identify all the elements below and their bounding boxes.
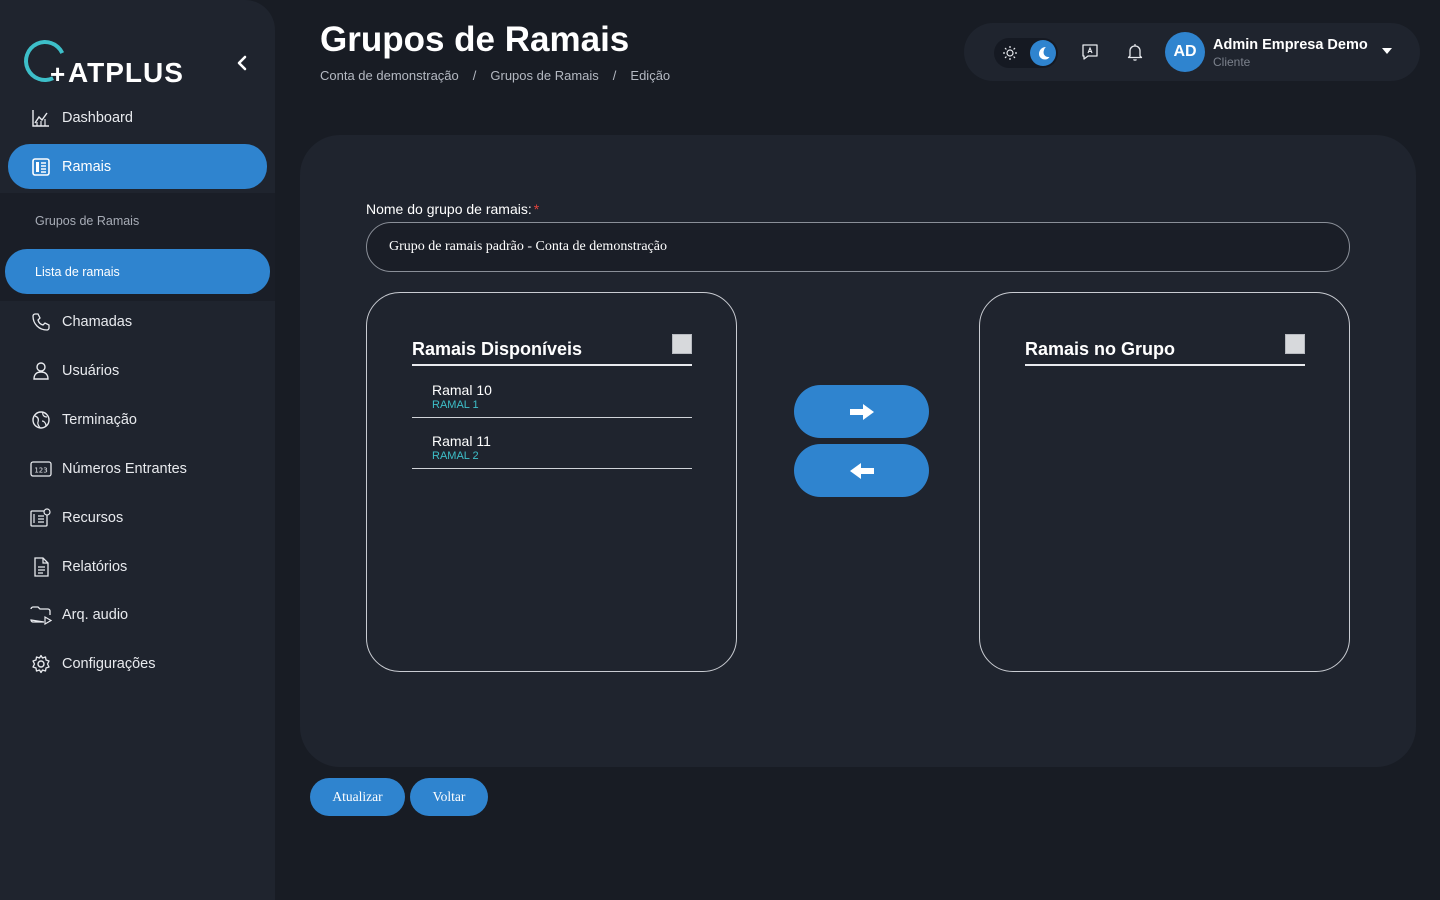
update-button[interactable]: Atualizar <box>310 778 405 816</box>
audio-folder-icon <box>30 604 52 626</box>
list-item[interactable]: Ramal 10 RAMAL 1 <box>412 367 692 418</box>
resources-icon <box>30 507 52 529</box>
sidebar-item-label: Recursos <box>62 509 124 526</box>
group-extensions-list: Ramais no Grupo <box>979 292 1350 672</box>
logo-plus-icon: + <box>50 59 66 89</box>
sidebar-item-terminacao[interactable]: Terminação <box>8 397 267 442</box>
svg-text:123: 123 <box>34 466 47 474</box>
group-list-header: Ramais no Grupo <box>1025 334 1305 366</box>
page-title: Grupos de Ramais <box>320 20 630 59</box>
breadcrumb-item-current: Edição <box>630 68 671 83</box>
gear-icon <box>30 653 52 675</box>
chevron-left-icon <box>237 55 247 71</box>
breadcrumb-separator: / <box>472 68 477 83</box>
breadcrumb-separator: / <box>612 68 617 83</box>
ramais-submenu: Grupos de Ramais Lista de ramais <box>0 193 275 301</box>
list-item[interactable]: Ramal 11 RAMAL 2 <box>412 418 692 469</box>
caret-down-icon[interactable] <box>1380 44 1394 58</box>
sidebar-item-label: Usuários <box>62 362 120 379</box>
brand-name: ATPLUS <box>68 57 184 88</box>
breadcrumb-item-account[interactable]: Conta de demonstração <box>320 68 459 83</box>
group-name-input[interactable] <box>366 222 1350 272</box>
available-list-title: Ramais Disponíveis <box>412 339 583 359</box>
sidebar-item-label: Terminação <box>62 411 137 428</box>
required-mark: * <box>533 201 540 217</box>
brand-logo[interactable]: + ATPLUS <box>18 34 184 89</box>
sidebar-item-label: Ramais <box>62 158 112 175</box>
sidebar-item-label: Números Entrantes <box>62 460 187 477</box>
sidebar-item-label: Relatórios <box>62 558 128 575</box>
available-extensions-list: Ramais Disponíveis Ramal 10 RAMAL 1 Rama… <box>366 292 737 672</box>
collapse-sidebar-button[interactable] <box>232 52 252 74</box>
extension-code: RAMAL 2 <box>432 450 479 462</box>
breadcrumb-item-groups[interactable]: Grupos de Ramais <box>490 68 598 83</box>
chart-icon <box>30 107 52 129</box>
submenu-item-lista-de-ramais[interactable]: Lista de ramais <box>5 249 270 294</box>
move-to-group-button[interactable] <box>794 385 929 438</box>
sidebar-item-dashboard[interactable]: Dashboard <box>8 95 267 140</box>
phone-icon <box>30 311 52 333</box>
bell-icon[interactable] <box>1123 40 1147 64</box>
sun-icon[interactable] <box>998 41 1022 65</box>
document-icon <box>30 556 52 578</box>
group-edit-card: Nome do grupo de ramais:* Ramais Disponí… <box>300 135 1416 767</box>
sidebar-item-arq-audio[interactable]: Arq. audio <box>8 592 267 637</box>
globe-icon <box>30 409 52 431</box>
numbers-icon: 123 <box>30 458 52 480</box>
sidebar-item-label: Dashboard <box>62 109 133 126</box>
phonebook-icon <box>30 156 52 178</box>
remove-from-group-button[interactable] <box>794 444 929 497</box>
sidebar-item-label: Chamadas <box>62 313 133 330</box>
group-list-title: Ramais no Grupo <box>1025 339 1176 359</box>
user-role: Cliente <box>1213 55 1251 69</box>
sidebar-item-ramais[interactable]: Ramais <box>8 144 267 189</box>
sidebar-item-label: Arq. audio <box>62 606 129 623</box>
moon-icon[interactable] <box>1030 40 1056 66</box>
sidebar-item-label: Configurações <box>62 655 156 672</box>
arrow-right-icon <box>849 403 874 420</box>
user-icon <box>30 360 52 382</box>
extension-code: RAMAL 1 <box>432 399 479 411</box>
theme-toggle[interactable] <box>994 38 1058 68</box>
select-all-available-checkbox[interactable] <box>672 334 692 354</box>
extension-name: Ramal 10 <box>432 382 492 398</box>
chat-icon[interactable] <box>1078 40 1102 64</box>
sidebar-item-recursos[interactable]: Recursos <box>8 495 267 540</box>
extension-name: Ramal 11 <box>432 433 491 449</box>
breadcrumb: Conta de demonstração / Grupos de Ramais… <box>320 68 670 83</box>
sidebar-item-relatorios[interactable]: Relatórios <box>8 544 267 589</box>
sidebar-item-numeros-entrantes[interactable]: 123 Números Entrantes <box>8 446 267 491</box>
available-list-header: Ramais Disponíveis <box>412 334 692 366</box>
submenu-item-grupos-de-ramais[interactable]: Grupos de Ramais <box>5 198 270 243</box>
user-name[interactable]: Admin Empresa Demo <box>1213 37 1368 53</box>
sidebar-item-chamadas[interactable]: Chamadas <box>8 299 267 344</box>
sidebar-item-configuracoes[interactable]: Configurações <box>8 641 267 686</box>
sidebar: + ATPLUS Dashboard Ramais Grupos de Rama… <box>0 0 275 900</box>
arrow-left-icon <box>849 462 874 479</box>
avatar[interactable]: AD <box>1165 32 1205 72</box>
sidebar-item-usuarios[interactable]: Usuários <box>8 348 267 393</box>
select-all-group-checkbox[interactable] <box>1285 334 1305 354</box>
top-toolbar: AD Admin Empresa Demo Cliente <box>964 23 1420 81</box>
back-button[interactable]: Voltar <box>410 778 488 816</box>
group-name-label: Nome do grupo de ramais: * <box>366 201 540 217</box>
